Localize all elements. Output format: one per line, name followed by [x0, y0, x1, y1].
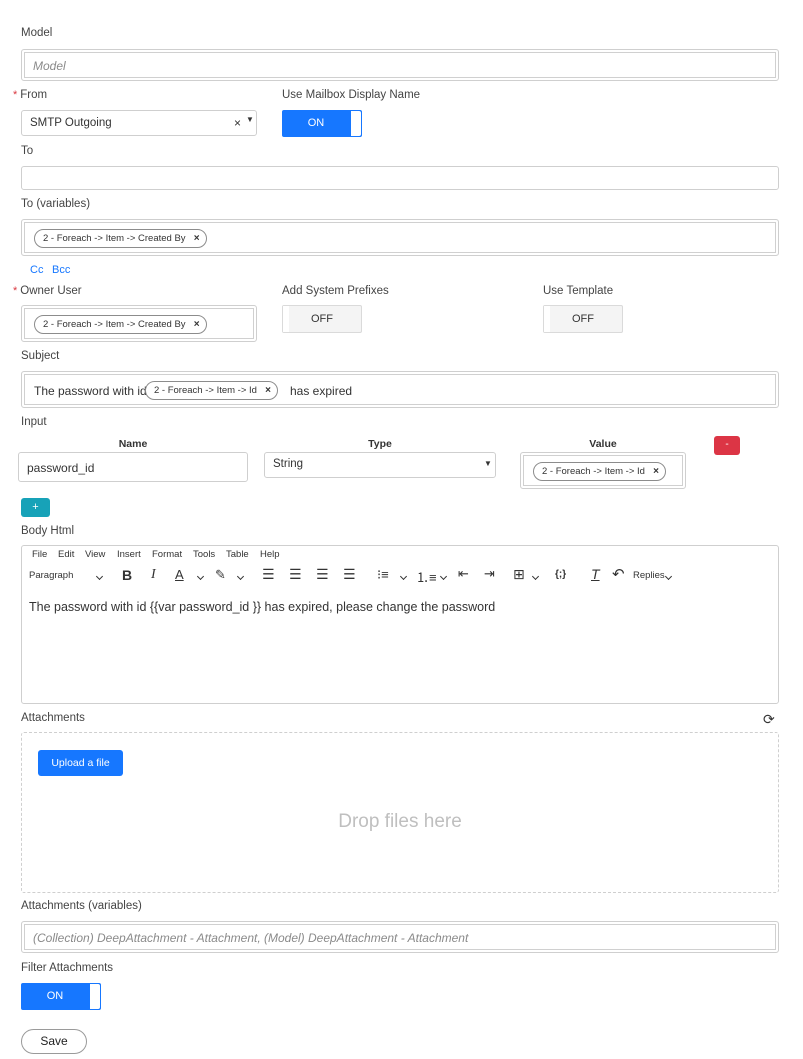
drop-files-text: Drop files here	[338, 811, 462, 832]
bullet-list-icon[interactable]: ⁝≡	[377, 567, 389, 583]
to-variables-input[interactable]: 2 - Foreach -> Item -> Created By ×	[21, 219, 779, 256]
cc-link[interactable]: Cc	[30, 264, 43, 276]
numbered-list-chevron-icon[interactable]	[439, 568, 448, 582]
clear-icon[interactable]: ×	[234, 116, 241, 130]
clear-formatting-icon[interactable]: T	[591, 566, 600, 582]
dropdown-arrow-icon[interactable]: ▼	[484, 459, 492, 468]
menu-help[interactable]: Help	[260, 549, 280, 560]
bcc-link[interactable]: Bcc	[52, 264, 70, 276]
from-select-value: SMTP Outgoing	[30, 117, 112, 129]
refresh-icon[interactable]: ⟳	[763, 711, 775, 728]
body-html-label: Body Html	[21, 525, 75, 537]
text-color-icon[interactable]: A	[175, 567, 184, 582]
remove-chip-icon[interactable]: ×	[194, 230, 200, 247]
dropdown-arrow-icon[interactable]: ▼	[246, 115, 254, 124]
subject-chip: 2 - Foreach -> Item -> Id ×	[145, 381, 278, 400]
highlight-icon[interactable]: ✎	[215, 567, 226, 583]
add-input-button[interactable]: +	[21, 498, 50, 517]
editor-toolbar: Paragraph B I A ✎ ☰ ☰ ☰ ☰ ⁝≡ ⒈≡ ⇤ ⇥ ⊞ {;…	[22, 564, 778, 589]
input-type-select[interactable]: String ▼	[264, 452, 496, 478]
use-mailbox-display-name-toggle[interactable]: ON	[282, 110, 362, 137]
input-value-field[interactable]: 2 - Foreach -> Item -> Id ×	[520, 452, 686, 489]
table-chevron-icon[interactable]	[531, 568, 540, 582]
subject-label: Subject	[21, 350, 60, 362]
from-label: * From	[13, 89, 48, 101]
replies-select[interactable]: Replies	[633, 570, 665, 581]
attachments-variables-placeholder: (Collection) DeepAttachment - Attachment…	[33, 931, 469, 945]
remove-input-button[interactable]: -	[714, 436, 740, 455]
attachments-variables-label: Attachments (variables)	[21, 900, 142, 912]
input-header-value: Value	[589, 438, 617, 450]
to-label: To	[21, 145, 34, 157]
highlight-chevron-icon[interactable]	[236, 568, 245, 582]
from-select[interactable]: SMTP Outgoing × ▼	[21, 110, 257, 136]
remove-chip-icon[interactable]: ×	[653, 463, 659, 480]
variable-chip: 2 - Foreach -> Item -> Created By ×	[34, 229, 207, 248]
numbered-list-icon[interactable]: ⒈≡	[416, 567, 437, 586]
input-header-type: Type	[368, 438, 392, 450]
save-button[interactable]: Save	[21, 1029, 87, 1054]
menu-format[interactable]: Format	[152, 549, 182, 560]
text-color-chevron-icon[interactable]	[196, 568, 205, 582]
add-system-prefixes-label: Add System Prefixes	[282, 285, 389, 297]
use-template-toggle[interactable]: OFF	[543, 305, 623, 333]
input-label: Input	[21, 416, 47, 428]
input-value-chip: 2 - Foreach -> Item -> Id ×	[533, 462, 666, 481]
menu-view[interactable]: View	[85, 549, 105, 560]
variable-icon[interactable]: {;}	[555, 569, 566, 580]
owner-user-chip: 2 - Foreach -> Item -> Created By ×	[34, 315, 207, 334]
filter-attachments-toggle[interactable]: ON	[21, 983, 101, 1010]
table-icon[interactable]: ⊞	[513, 566, 525, 583]
input-header-name: Name	[118, 438, 148, 450]
block-format-chevron-icon[interactable]	[95, 568, 104, 582]
attachments-label: Attachments	[21, 712, 85, 724]
editor-content[interactable]: The password with id {{var password_id }…	[29, 600, 495, 614]
block-format-select[interactable]: Paragraph	[29, 570, 73, 581]
remove-chip-icon[interactable]: ×	[194, 316, 200, 333]
bullet-list-chevron-icon[interactable]	[399, 568, 408, 582]
bold-icon[interactable]: B	[122, 567, 132, 583]
add-system-prefixes-toggle[interactable]: OFF	[282, 305, 362, 333]
toggle-knob	[89, 983, 101, 1010]
indent-icon[interactable]: ⇥	[484, 566, 495, 582]
align-center-icon[interactable]: ☰	[289, 566, 302, 583]
outdent-icon[interactable]: ⇤	[458, 566, 469, 582]
input-name-field[interactable]: password_id	[18, 452, 248, 482]
subject-input[interactable]: The password with id 2 - Foreach -> Item…	[21, 371, 779, 408]
owner-user-input[interactable]: 2 - Foreach -> Item -> Created By ×	[21, 305, 257, 342]
to-variables-label: To (variables)	[21, 198, 91, 210]
filter-attachments-label: Filter Attachments	[21, 962, 114, 974]
menu-table[interactable]: Table	[226, 549, 249, 560]
toggle-knob	[350, 110, 362, 137]
menu-insert[interactable]: Insert	[117, 549, 141, 560]
replies-chevron-icon[interactable]	[664, 568, 673, 582]
menu-edit[interactable]: Edit	[58, 549, 74, 560]
body-html-editor[interactable]: File Edit View Insert Format Tools Table…	[21, 545, 779, 704]
align-right-icon[interactable]: ☰	[316, 566, 329, 583]
remove-chip-icon[interactable]: ×	[265, 382, 271, 399]
model-input[interactable]: Model	[21, 49, 779, 81]
align-justify-icon[interactable]: ☰	[343, 566, 356, 583]
menu-file[interactable]: File	[32, 549, 47, 560]
to-input[interactable]	[21, 166, 779, 190]
editor-menubar: File Edit View Insert Format Tools Table…	[22, 549, 778, 563]
use-template-label: Use Template	[543, 285, 614, 297]
upload-file-button[interactable]: Upload a file	[38, 750, 123, 776]
model-placeholder: Model	[33, 59, 66, 73]
attachments-dropzone[interactable]: Upload a file Drop files here	[21, 732, 779, 893]
owner-user-label: * Owner User	[13, 285, 82, 297]
attachments-variables-input[interactable]: (Collection) DeepAttachment - Attachment…	[21, 921, 779, 953]
model-label: Model	[21, 27, 53, 39]
subject-text-after: has expired	[290, 384, 353, 398]
align-left-icon[interactable]: ☰	[262, 566, 275, 583]
menu-tools[interactable]: Tools	[193, 549, 215, 560]
use-mailbox-display-name-label: Use Mailbox Display Name	[282, 89, 421, 101]
undo-icon[interactable]: ↶	[612, 565, 625, 583]
italic-icon[interactable]: I	[151, 567, 156, 583]
subject-text-before: The password with id	[34, 384, 147, 398]
